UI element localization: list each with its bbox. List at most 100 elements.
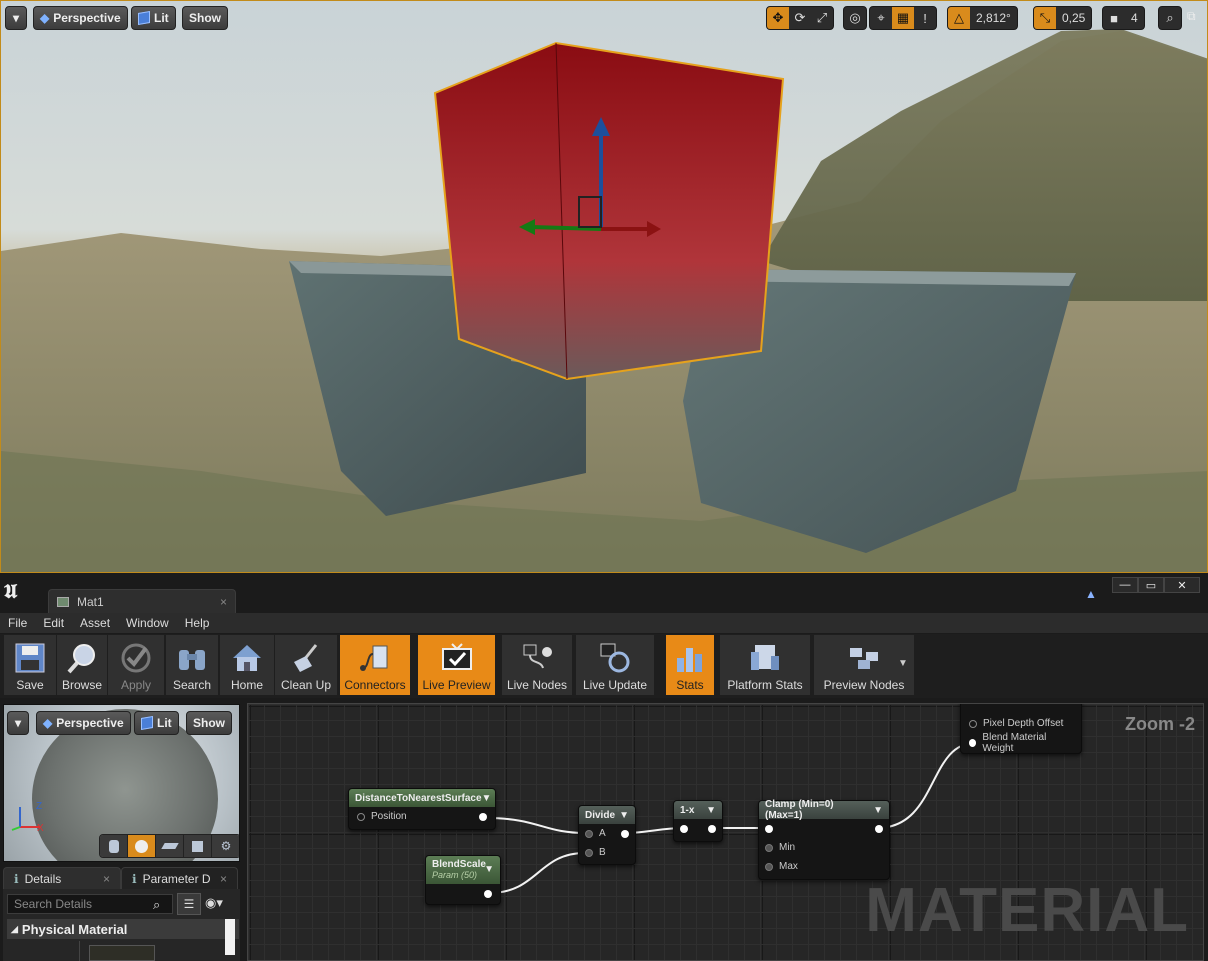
scale-icon[interactable]: ⤢ [811, 7, 833, 29]
input-pin-icon[interactable] [765, 824, 773, 833]
pin-b[interactable]: B [579, 843, 635, 862]
menu-edit[interactable]: Edit [35, 616, 72, 630]
one-minus-node[interactable]: 1-x ▼ [673, 800, 723, 842]
blendscale-node-header[interactable]: BlendScale Param (50) ▼ [426, 856, 500, 884]
close-tab-icon[interactable]: × [220, 872, 227, 886]
camera-icon[interactable]: ■ [1103, 7, 1125, 29]
translate-icon[interactable]: ✥ [767, 7, 789, 29]
output-pin-icon[interactable] [708, 824, 716, 833]
collapse-arrow-icon[interactable]: ▼ [484, 864, 494, 875]
save-button[interactable]: Save [4, 635, 56, 695]
camera-speed-value[interactable]: 4 [1125, 11, 1144, 25]
close-tab-icon[interactable]: × [220, 595, 227, 609]
search-details-input[interactable]: Search Details [7, 894, 173, 914]
material-preview[interactable]: ▾ ◆ Perspective Lit Show Z X ⚙ [3, 704, 240, 862]
distance-node-header[interactable]: DistanceToNearestSurface ▼ [349, 789, 495, 807]
output-pin-icon[interactable] [479, 812, 487, 821]
preview-show-button[interactable]: Show [186, 711, 232, 735]
close-tab-icon[interactable]: × [103, 872, 110, 886]
eye-icon[interactable]: ◉▾ [205, 895, 223, 911]
stats-button[interactable]: Stats [666, 635, 714, 695]
menu-file[interactable]: File [0, 616, 35, 630]
globe-icon[interactable]: ◎ [844, 7, 866, 29]
scale-snap-icon[interactable]: ⤡ [1034, 7, 1056, 29]
cylinder-shape-button[interactable] [100, 835, 128, 857]
connectors-button[interactable]: Connectors [340, 635, 410, 695]
viewport-type-button[interactable]: ◆ Perspective [33, 6, 128, 30]
browse-button[interactable]: Browse [57, 635, 107, 695]
angle-snap-value[interactable]: 2,812° [970, 11, 1017, 25]
list-view-icon[interactable]: ☰ [177, 893, 201, 915]
distance-node[interactable]: DistanceToNearestSurface ▼ Position [348, 788, 496, 830]
category-physical-material[interactable]: ◢ Physical Material [7, 919, 239, 939]
plane-shape-button[interactable] [156, 835, 184, 857]
surface-snap-icon[interactable]: ⌖ [870, 7, 892, 29]
output-pin-icon[interactable] [484, 889, 492, 898]
rotate-icon[interactable]: ⟳ [789, 7, 811, 29]
clamp-main-pins[interactable] [759, 819, 889, 838]
maximize-button[interactable]: ▭ [1138, 577, 1164, 593]
collapse-arrow-icon[interactable]: ▼ [706, 805, 716, 816]
grid-snap-icon[interactable]: ▦ [892, 7, 914, 29]
apply-button[interactable]: Apply [108, 635, 164, 695]
one-minus-pins[interactable] [674, 819, 722, 838]
output-pin-icon[interactable] [621, 829, 629, 838]
pin-a[interactable]: A [579, 824, 635, 843]
show-button[interactable]: Show [182, 6, 228, 30]
scale-snap-value[interactable]: 0,25 [1056, 11, 1091, 25]
clean-up-button[interactable]: Clean Up [275, 635, 337, 695]
custom-mesh-button[interactable]: ⚙ [212, 835, 239, 857]
viewport-options-button[interactable]: ▾ [5, 6, 27, 30]
blendscale-node[interactable]: BlendScale Param (50) ▼ [425, 855, 501, 905]
column-divider[interactable] [79, 941, 80, 961]
minimize-button[interactable]: — [1112, 577, 1138, 593]
angle-snap-icon[interactable]: △ [948, 7, 970, 29]
output-pin-icon[interactable] [875, 824, 883, 833]
view-mode-button[interactable]: Lit [131, 6, 176, 30]
blendscale-output[interactable] [426, 884, 500, 903]
live-update-button[interactable]: Live Update [576, 635, 654, 695]
pin-position[interactable]: Position [349, 807, 495, 826]
live-nodes-button[interactable]: Live Nodes [502, 635, 572, 695]
pin-pixel-depth-offset[interactable]: Pixel Depth Offset [961, 714, 1081, 733]
toolbar-overflow-chevron-icon[interactable]: ▼ [898, 658, 908, 669]
grid-size-icon[interactable]: ! [914, 7, 936, 29]
preview-lit-button[interactable]: Lit [134, 711, 179, 735]
sphere-shape-button[interactable] [128, 835, 156, 857]
search-button[interactable]: Search [166, 635, 218, 695]
divide-node-header[interactable]: Divide ▼ [579, 806, 635, 824]
physical-material-thumbnail[interactable] [89, 945, 155, 961]
close-window-button[interactable]: ✕ [1164, 577, 1200, 593]
pin-blend-material-weight[interactable]: Blend Material Weight [961, 732, 1081, 754]
search-icon[interactable]: ⌕ [1159, 7, 1181, 29]
input-pin-icon[interactable] [680, 824, 688, 833]
menu-asset[interactable]: Asset [72, 616, 118, 630]
clamp-node[interactable]: Clamp (Min=0) (Max=1) ▼ Min Max [758, 799, 890, 880]
home-button[interactable]: Home [220, 635, 274, 695]
menu-help[interactable]: Help [177, 616, 218, 630]
cube-shape-button[interactable] [184, 835, 212, 857]
collapse-arrow-icon[interactable]: ▼ [619, 810, 629, 821]
snap-tools: ⌖ ▦ ! [869, 6, 937, 30]
learn-hat-icon[interactable]: ▲ [1085, 587, 1097, 601]
menu-window[interactable]: Window [118, 616, 177, 630]
clamp-node-header[interactable]: Clamp (Min=0) (Max=1) ▼ [759, 799, 889, 821]
material-graph[interactable]: Zoom -2 MATERIAL Pixel Depth Offset Blen… [247, 703, 1204, 961]
details-scrollbar[interactable] [225, 919, 235, 955]
result-node[interactable]: Pixel Depth Offset Blend Material Weight [960, 704, 1082, 754]
restore-viewport-icon[interactable]: ⧉ [1187, 9, 1196, 24]
collapse-arrow-icon[interactable]: ▼ [482, 793, 492, 804]
level-viewport[interactable]: ▾ ◆ Perspective Lit Show ✥ ⟳ ⤢ ◎ ⌖ ▦ ! △ … [0, 0, 1208, 573]
divide-node[interactable]: Divide ▼ A B [578, 805, 636, 865]
tab-parameter-defaults[interactable]: ℹ Parameter D × [121, 867, 238, 889]
live-preview-button[interactable]: Live Preview [418, 635, 495, 695]
one-minus-node-header[interactable]: 1-x ▼ [674, 801, 722, 819]
tab-mat1[interactable]: Mat1 × [48, 589, 236, 613]
platform-stats-button[interactable]: Platform Stats [720, 635, 810, 695]
preview-options-button[interactable]: ▾ [7, 711, 29, 735]
preview-perspective-button[interactable]: ◆ Perspective [36, 711, 131, 735]
tab-details[interactable]: ℹ Details × [3, 867, 121, 889]
pin-min[interactable]: Min [759, 838, 889, 857]
collapse-arrow-icon[interactable]: ▼ [873, 805, 883, 816]
pin-max[interactable]: Max [759, 857, 889, 876]
